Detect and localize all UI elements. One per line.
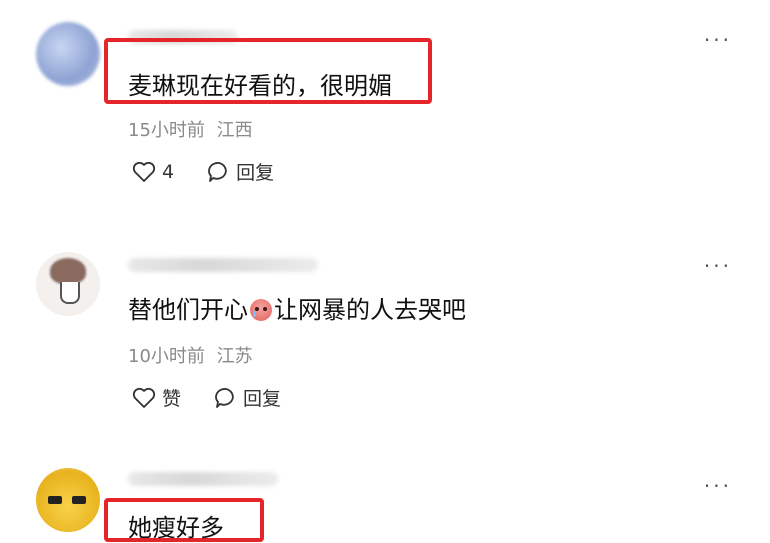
heart-icon <box>132 387 156 408</box>
user-avatar[interactable] <box>36 252 100 316</box>
comment-bubble-icon <box>215 387 234 408</box>
reply-label: 回复 <box>243 388 282 410</box>
reply-button[interactable]: 回复 <box>208 158 274 185</box>
comment-time: 15小时前 <box>128 120 205 141</box>
more-options-icon[interactable]: ··· <box>704 30 732 50</box>
heart-icon <box>132 161 156 182</box>
comment-text: 替他们开心 让网暴的人去哭吧 <box>128 290 466 325</box>
comment-item-1: ··· 麦琳现在好看的，很明媚 15小时前 江西 4 回复 <box>0 0 770 220</box>
reply-label: 回复 <box>236 162 275 184</box>
comment-location: 江苏 <box>216 346 253 367</box>
username-blurred[interactable] <box>128 472 278 486</box>
username-blurred[interactable] <box>128 258 318 272</box>
comment-text: 麦琳现在好看的，很明媚 <box>128 72 392 100</box>
crying-face-icon <box>250 299 272 321</box>
user-avatar[interactable] <box>36 468 100 532</box>
comment-actions: 赞 回复 <box>132 384 315 411</box>
like-button[interactable]: 4 <box>132 161 174 183</box>
comment-meta: 10小时前 江苏 <box>128 342 253 368</box>
comment-item-2: ··· 替他们开心 让网暴的人去哭吧 10小时前 江苏 赞 回复 <box>0 220 770 460</box>
like-label: 赞 <box>162 388 182 410</box>
more-options-icon[interactable]: ··· <box>704 476 732 496</box>
comment-meta: 15小时前 江西 <box>128 116 253 142</box>
comment-time: 10小时前 <box>128 346 205 367</box>
comment-text-part-1: 替他们开心 <box>128 296 248 324</box>
comment-actions: 4 回复 <box>132 158 308 185</box>
user-avatar[interactable] <box>36 22 100 86</box>
comment-bubble-icon <box>208 161 227 182</box>
comment-text-part-2: 让网暴的人去哭吧 <box>274 296 466 324</box>
like-button[interactable]: 赞 <box>132 384 181 411</box>
comment-item-3: ··· 她瘦好多 <box>0 460 770 542</box>
comment-text: 她瘦好多 <box>128 514 224 542</box>
like-count: 4 <box>162 160 175 183</box>
reply-button[interactable]: 回复 <box>215 384 281 411</box>
comment-location: 江西 <box>216 120 253 141</box>
more-options-icon[interactable]: ··· <box>704 256 732 276</box>
